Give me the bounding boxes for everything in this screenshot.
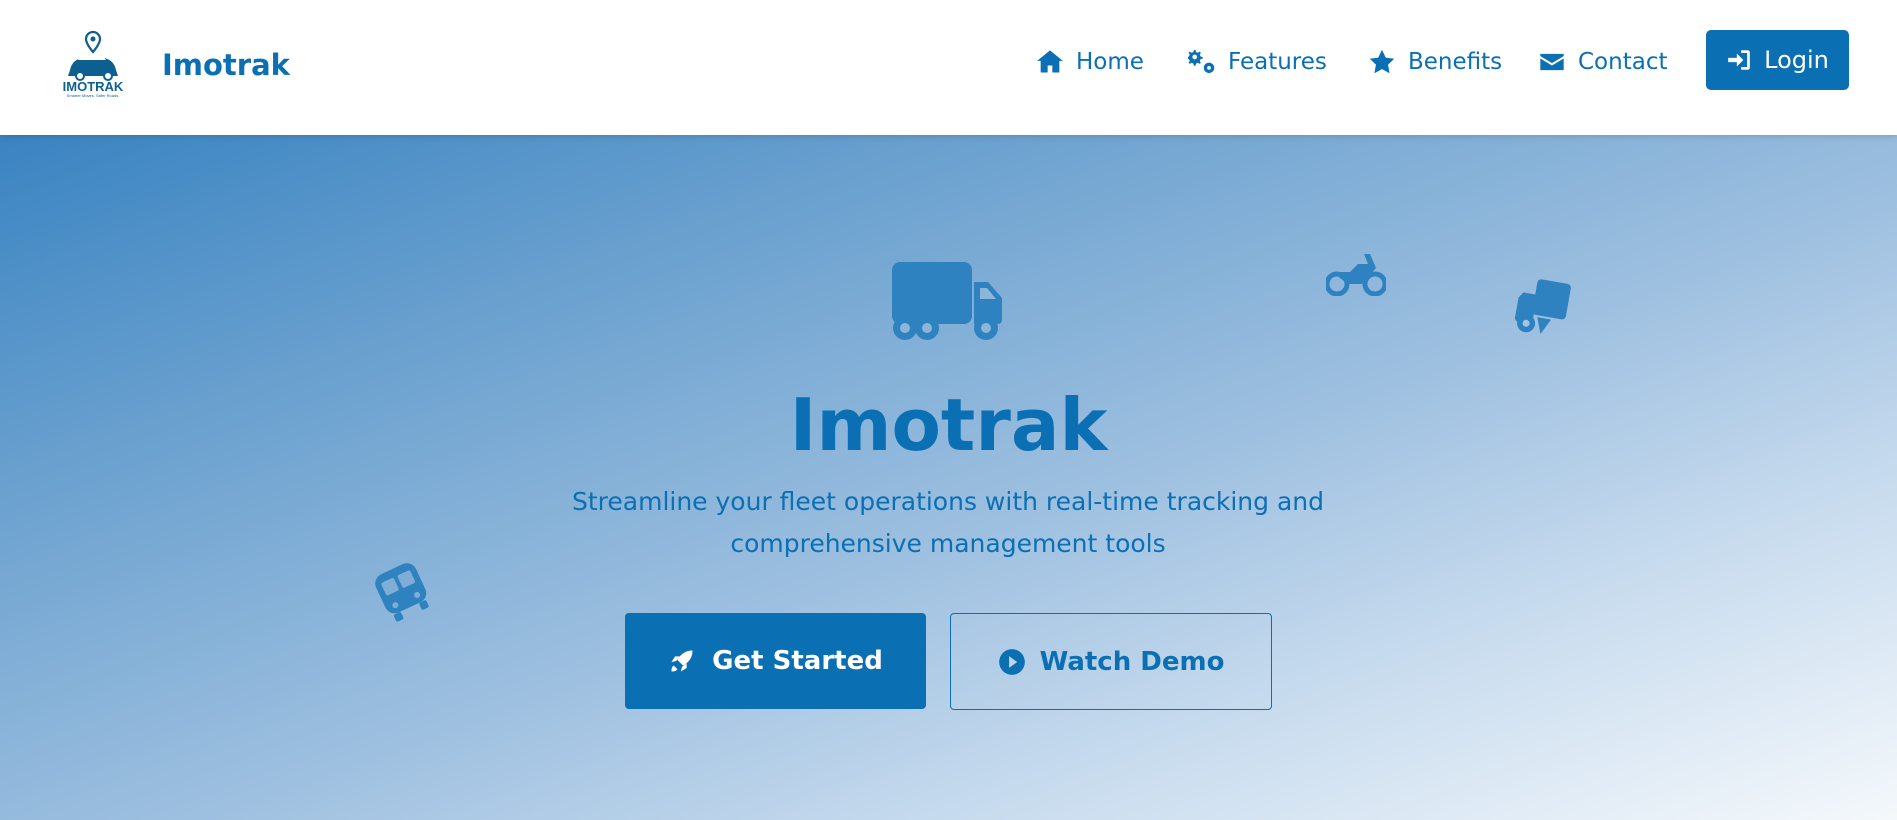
nav-home[interactable]: Home <box>1036 42 1144 82</box>
login-label: Login <box>1764 46 1829 74</box>
hero-section: Imotrak Streamline your fleet operations… <box>0 135 1897 820</box>
truck-icon <box>892 262 1002 340</box>
logo-tagline: Smarter Moves, Safer Roads. <box>67 93 120 98</box>
nav-benefits[interactable]: Benefits <box>1368 42 1502 82</box>
play-circle-icon <box>998 648 1025 675</box>
get-started-label: Get Started <box>712 646 883 676</box>
tow-truck-icon <box>1514 279 1571 334</box>
motorcycle-icon <box>1326 254 1386 296</box>
home-icon <box>1037 50 1063 73</box>
imotrak-logo[interactable]: IMOTRAK Smarter Moves, Safer Roads. <box>58 30 128 98</box>
brand-name[interactable]: Imotrak <box>162 48 290 82</box>
star-icon <box>1369 49 1395 74</box>
gears-icon <box>1188 49 1215 74</box>
nav-contact-label: Contact <box>1578 49 1668 75</box>
rocket-icon <box>671 650 693 672</box>
bus-icon <box>375 563 429 622</box>
watch-demo-button[interactable]: Watch Demo <box>950 613 1272 710</box>
nav-home-label: Home <box>1076 49 1144 75</box>
envelope-icon <box>1540 53 1564 71</box>
nav-benefits-label: Benefits <box>1408 49 1503 75</box>
logo-text: IMOTRAK <box>63 79 124 94</box>
get-started-button[interactable]: Get Started <box>625 613 926 709</box>
nav-contact[interactable]: Contact <box>1538 42 1667 82</box>
nav-features-label: Features <box>1228 49 1327 75</box>
site-header: IMOTRAK Smarter Moves, Safer Roads. Imot… <box>0 0 1897 135</box>
login-button[interactable]: Login <box>1706 30 1849 90</box>
hero-title: Imotrak <box>789 383 1108 467</box>
hero-subtitle: Streamline your fleet operations with re… <box>571 487 1324 558</box>
watch-demo-label: Watch Demo <box>1039 646 1225 677</box>
sign-in-icon <box>1728 50 1750 70</box>
nav-features[interactable]: Features <box>1188 42 1327 82</box>
